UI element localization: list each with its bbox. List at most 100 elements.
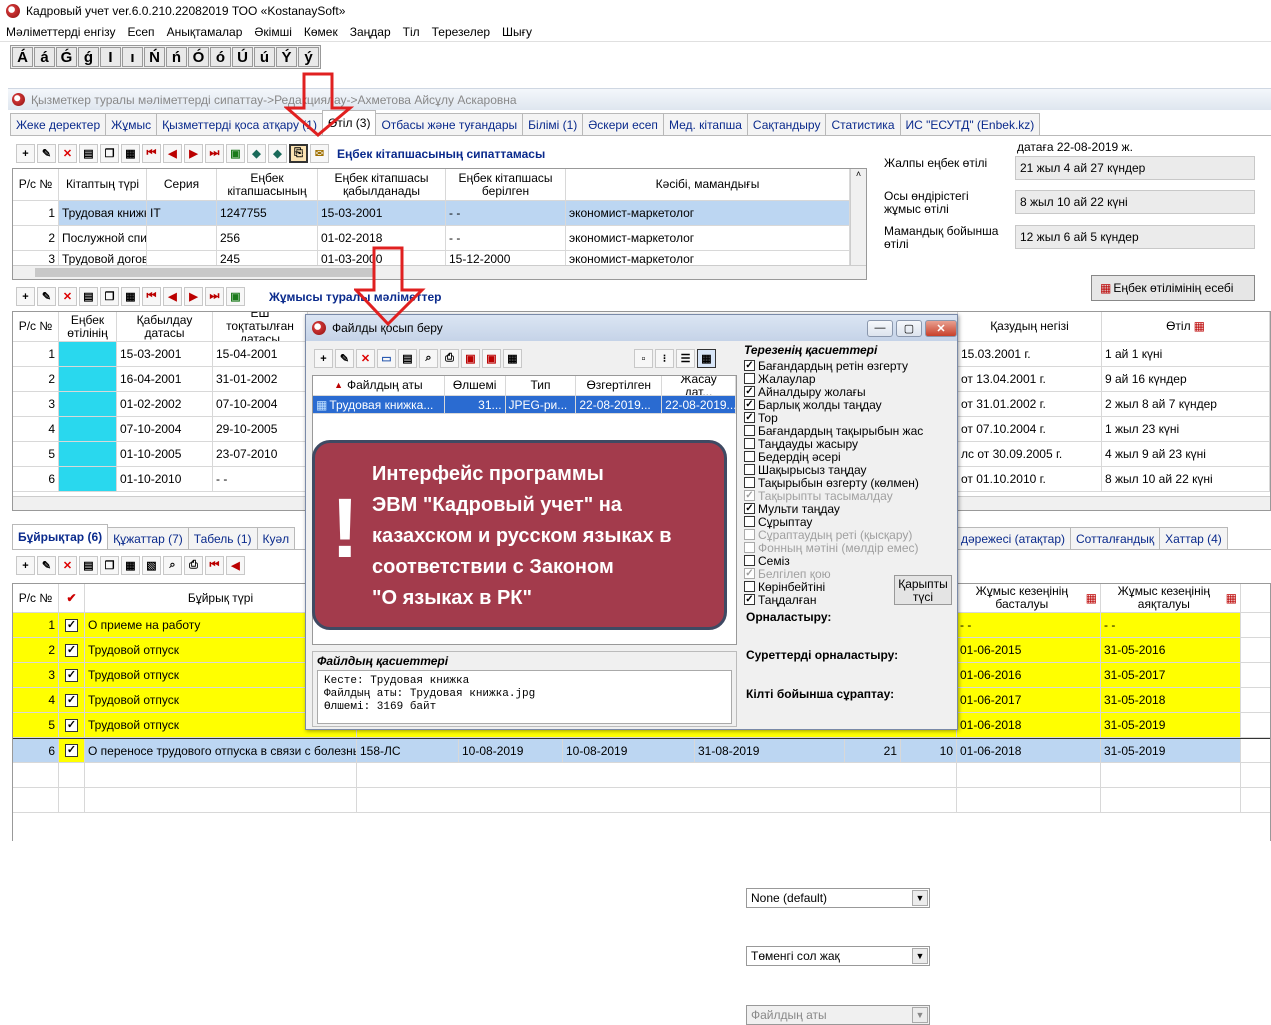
edit-icon[interactable]: ✎ (37, 556, 56, 575)
copy-icon[interactable]: ❐ (100, 556, 119, 575)
view-large-icon[interactable]: ▫ (634, 349, 653, 368)
row-checkbox[interactable]: ✓ (65, 643, 78, 657)
view-details-icon[interactable]: ▦ (697, 349, 716, 368)
view-list-icon[interactable]: ☰ (676, 349, 695, 368)
scanner-icon[interactable]: ▭ (377, 349, 396, 368)
char-button[interactable]: á (34, 47, 55, 67)
file-row[interactable]: ▦ Трудовая книжка... 31... JPEG-ри... 22-… (313, 396, 736, 414)
tab-degrees[interactable]: дәрежесі (атақтар) (955, 527, 1071, 549)
copy-icon[interactable]: ❐ (100, 287, 119, 306)
checkbox-box[interactable] (744, 516, 755, 527)
col-header[interactable]: Қабылдау датасы (117, 312, 213, 341)
char-button[interactable]: ń (166, 47, 187, 67)
checkbox-box[interactable] (744, 581, 755, 592)
col-header[interactable]: Р/с № (13, 312, 59, 341)
tab-timesheet[interactable]: Табель (1) (187, 527, 258, 549)
checkbox-box[interactable] (744, 542, 755, 553)
row-checkbox[interactable]: ✓ (65, 693, 78, 707)
menu-item-help[interactable]: Көмек (298, 25, 344, 39)
edit-icon[interactable]: ✎ (37, 287, 56, 306)
menu-item-exit[interactable]: Шығу (496, 25, 538, 39)
tab-military[interactable]: Әскери есеп (582, 113, 664, 135)
menu-item-language[interactable]: Тіл (397, 25, 426, 39)
tab-certificates[interactable]: Куәл (256, 527, 296, 549)
copy-record-icon[interactable]: ▤ (79, 144, 98, 163)
col-header[interactable]: Өтіл ▦ (1102, 312, 1270, 341)
last-record-icon[interactable]: ⏭ (205, 287, 224, 306)
char-button[interactable]: Ń (144, 47, 165, 67)
option-checkbox[interactable]: Жалаулар (744, 372, 954, 385)
char-button[interactable]: I (100, 47, 121, 67)
vertical-scrollbar[interactable]: ˄ (850, 169, 866, 265)
tab-convictions[interactable]: Сотталғандық (1070, 527, 1161, 549)
checkbox-box[interactable]: ✓ (744, 360, 755, 371)
table-row[interactable]: 6 ✓ О переносе трудового отпуска в связи… (13, 738, 1270, 763)
checkbox-box[interactable]: ✓ (744, 412, 755, 423)
option-checkbox[interactable]: Шақырысыз таңдау (744, 463, 954, 476)
delete-icon[interactable]: ✕ (356, 349, 375, 368)
preview-icon[interactable]: ⌕ (163, 556, 182, 575)
edit-icon[interactable]: ✎ (37, 144, 56, 163)
option-checkbox[interactable]: ✓ Айналдыру жолағы (744, 385, 954, 398)
next-record-icon[interactable]: ▶ (184, 144, 203, 163)
placement-select[interactable]: None (default) ▼ (746, 888, 930, 908)
maximize-icon[interactable]: ▢ (896, 319, 922, 337)
menu-item-data-entry[interactable]: Мәліметтерді енгізу (0, 25, 122, 39)
tab-orders[interactable]: Бұйрықтар (6) (12, 524, 109, 549)
col-header[interactable]: Кәсібі, мамандығы (566, 169, 850, 200)
prev-record-icon[interactable]: ◀ (163, 287, 182, 306)
image-placement-select[interactable]: Төменгі сол жақ ▼ (746, 946, 930, 966)
export-icon[interactable]: ▦ (503, 349, 522, 368)
paste-icon[interactable]: ▦ (121, 287, 140, 306)
tab-family[interactable]: Отбасы және туғандары (375, 113, 524, 135)
mail-icon[interactable]: ✉ (310, 144, 329, 163)
minimize-icon[interactable]: — (867, 319, 893, 337)
table-row[interactable]: 2 Послужной список 256 01-02-2018 - - эк… (13, 226, 866, 251)
char-button[interactable]: ý (298, 47, 319, 67)
menu-item-admin[interactable]: Әкімші (248, 25, 298, 39)
option-checkbox[interactable]: Сұраптаудың реті (қысқару) (744, 528, 954, 541)
option-checkbox[interactable]: ✓ Барлық жолды таңдау (744, 398, 954, 411)
font-color-button[interactable]: Қарыпты түсі (894, 575, 952, 605)
col-header[interactable]: Өзгертілген (576, 376, 663, 395)
checkbox-box[interactable]: ✓ (744, 568, 755, 579)
tab-personal-data[interactable]: Жеке деректер (10, 113, 107, 135)
col-header[interactable]: Еңбек кітапшасының (217, 169, 318, 200)
first-record-icon[interactable]: ⏮ (142, 287, 161, 306)
excel-icon[interactable]: ▣ (226, 144, 245, 163)
book-icon[interactable]: ◆ (247, 144, 266, 163)
col-header[interactable]: Р/с № (13, 169, 59, 200)
checkbox-box[interactable]: ✓ (744, 490, 755, 501)
menu-item-report[interactable]: Есеп (122, 25, 161, 39)
col-header[interactable]: ЕШ тоқтатылған датасы (213, 312, 308, 341)
first-record-icon[interactable]: ⏮ (142, 144, 161, 163)
pdf-icon[interactable]: ▣ (461, 349, 480, 368)
close-icon[interactable]: ✕ (925, 319, 957, 337)
checkbox-box[interactable] (744, 451, 755, 462)
add-icon[interactable]: + (16, 287, 35, 306)
option-checkbox[interactable]: Бағандардың тақырыбын жас (744, 424, 954, 437)
scroll-thumb[interactable] (35, 268, 375, 277)
checkbox-box[interactable]: ✓ (744, 503, 755, 514)
menu-item-references[interactable]: Анықтамалар (161, 25, 249, 39)
last-record-icon[interactable]: ⏭ (205, 144, 224, 163)
print-icon[interactable]: ⎙ (184, 556, 203, 575)
key-sort-select[interactable]: Файлдың аты ▼ (746, 1005, 930, 1025)
preview-icon[interactable]: ⌕ (419, 349, 438, 368)
col-header[interactable]: Еңбек өтілінің (59, 312, 117, 341)
option-checkbox[interactable]: ✓ Тақырыпты тасымалдау (744, 489, 954, 502)
char-button[interactable]: Ú (232, 47, 253, 67)
paste-icon[interactable]: ▦ (121, 556, 140, 575)
table-row[interactable]: 1 Трудовая книжка IT 1247755 15-03-2001 … (13, 201, 866, 226)
char-button[interactable]: ú (254, 47, 275, 67)
col-header[interactable]: Кітаптың түрі (59, 169, 147, 200)
tab-education[interactable]: Білімі (1) (522, 113, 584, 135)
book2-icon[interactable]: ◆ (268, 144, 287, 163)
col-header[interactable]: Файлдың аты (347, 379, 423, 392)
add-icon[interactable]: + (16, 144, 35, 163)
col-header[interactable]: Еңбек кітапшасы қабылданады (318, 169, 446, 200)
option-checkbox[interactable]: ✓ Тор (744, 411, 954, 424)
char-button[interactable]: ó (210, 47, 231, 67)
option-checkbox[interactable]: Сұрыптау (744, 515, 954, 528)
horizontal-scrollbar[interactable] (13, 265, 866, 279)
